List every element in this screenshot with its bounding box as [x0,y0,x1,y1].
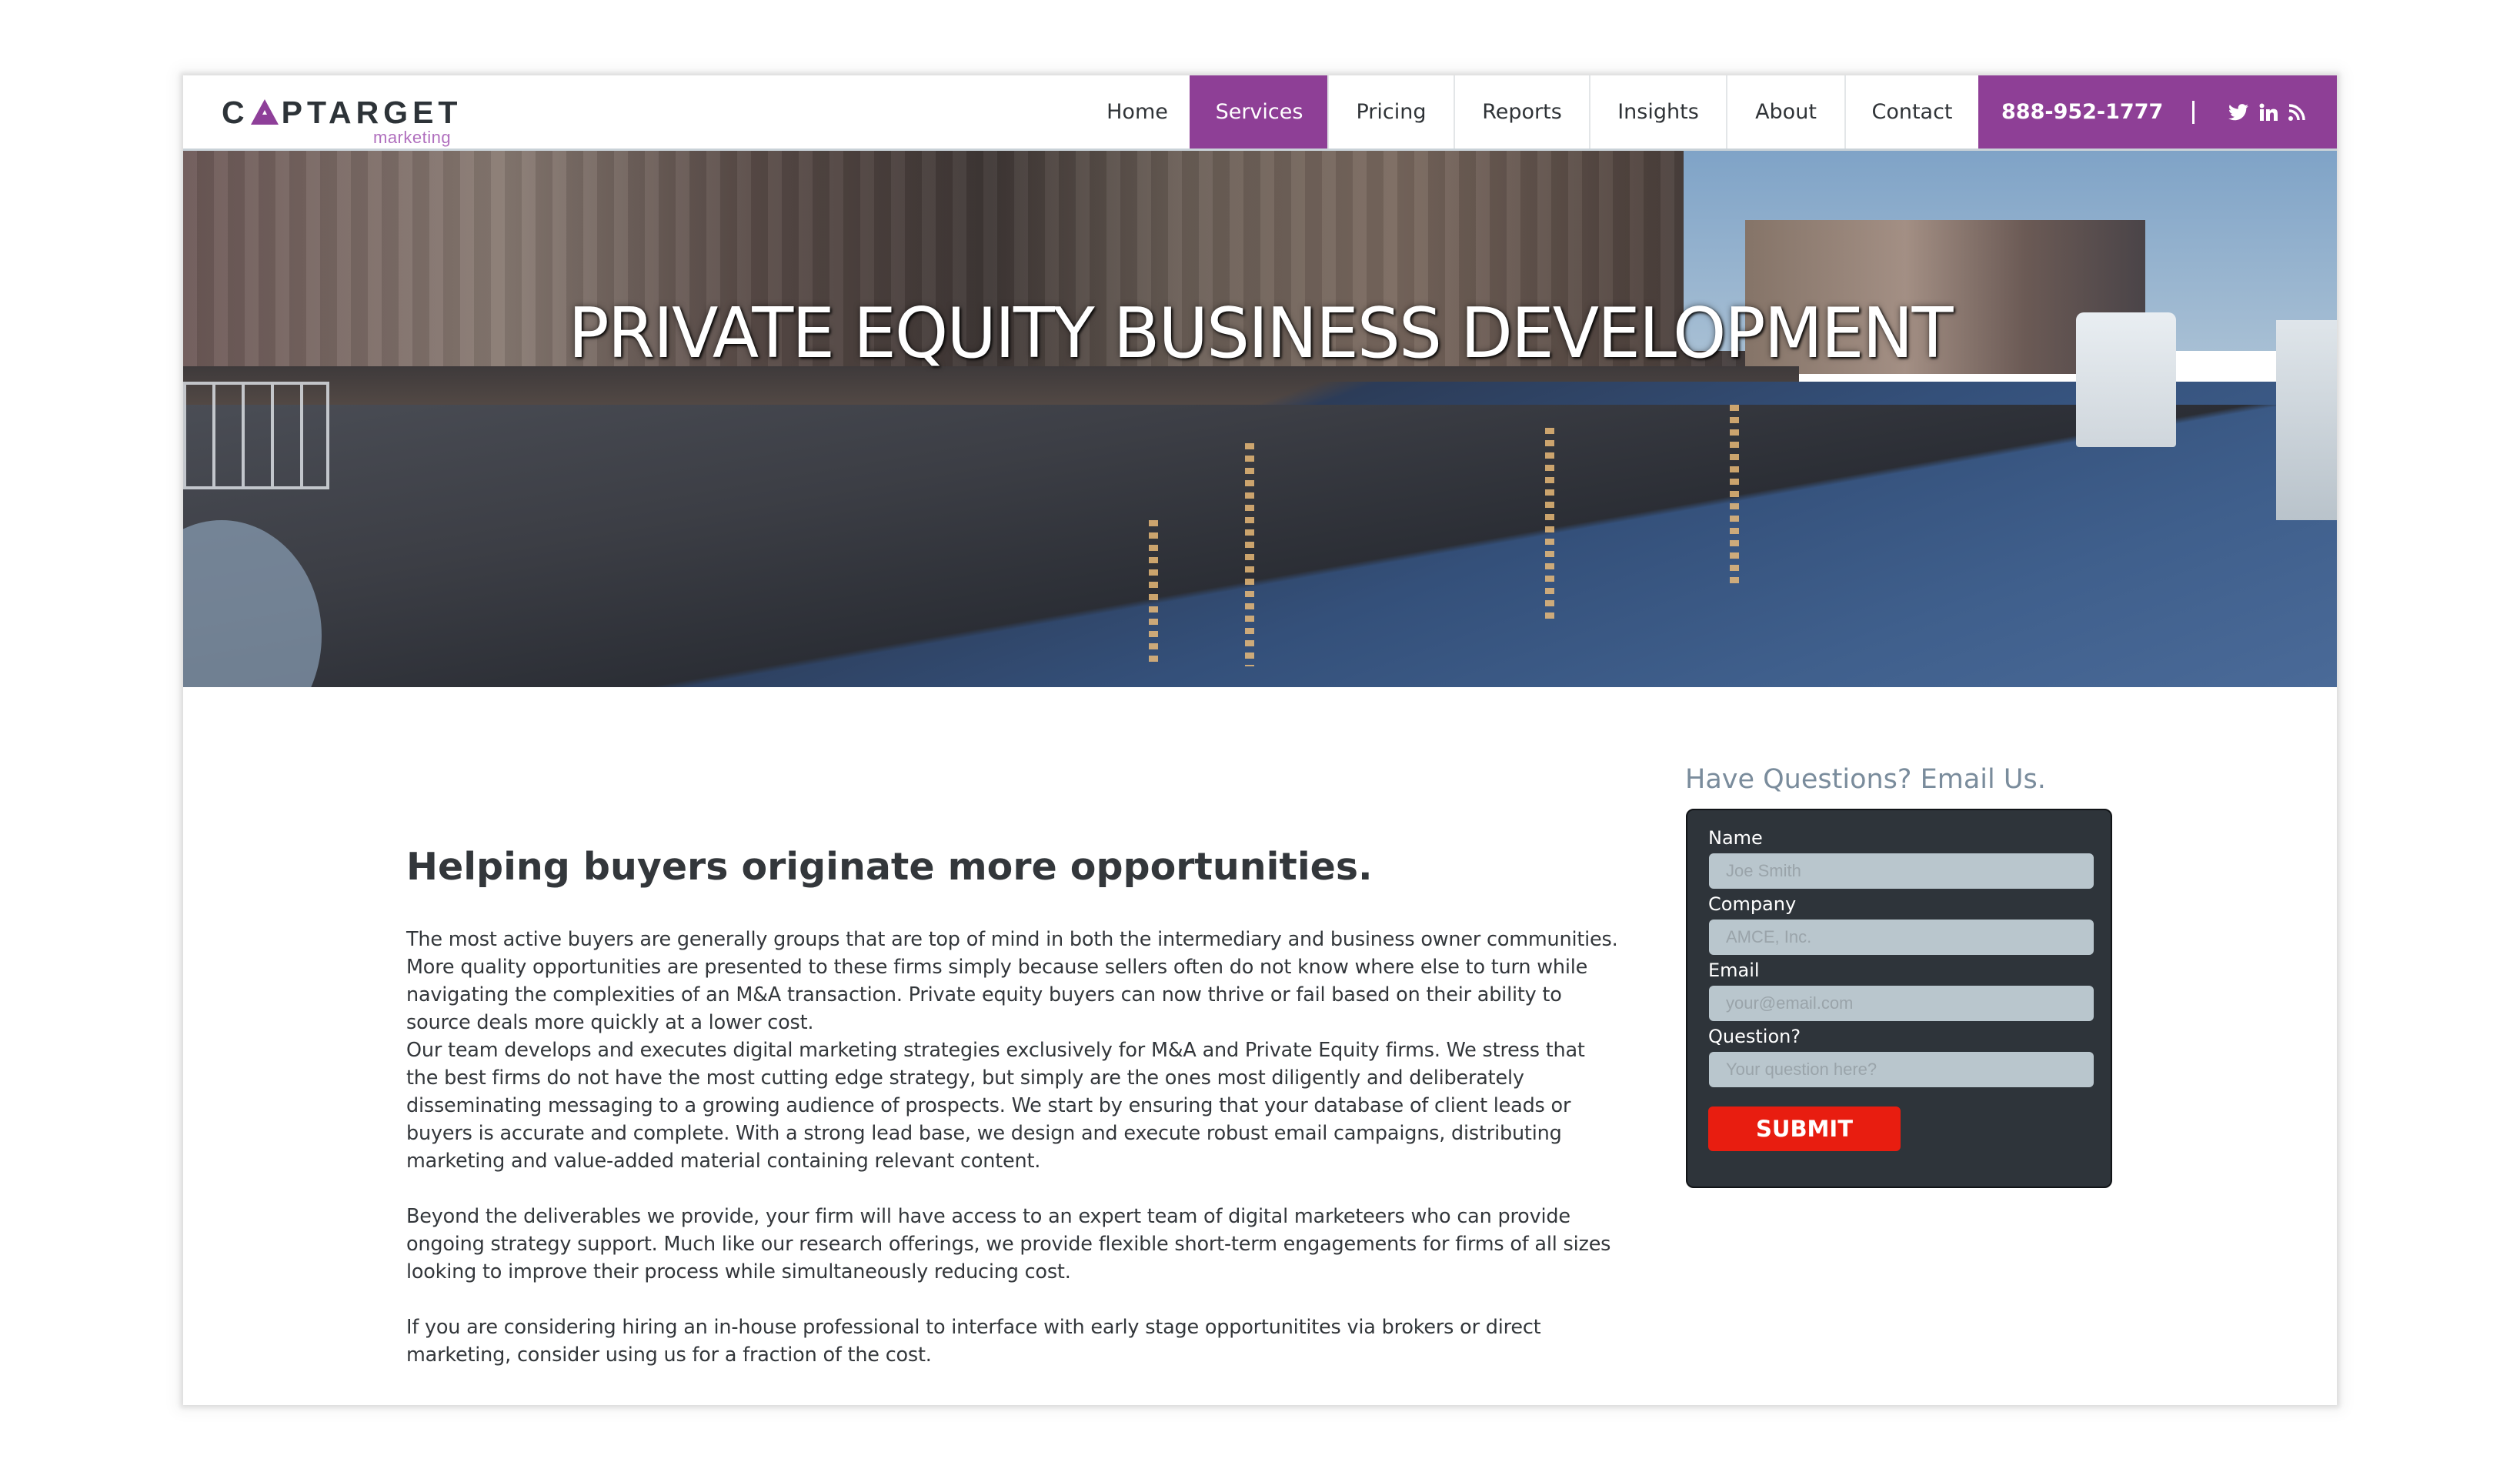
logo-letter-c: C [222,95,249,130]
phone-number[interactable]: 888-952-1777 [2001,100,2163,124]
page-headline: Helping buyers originate more opportunit… [406,845,1373,889]
nav-item-pricing[interactable]: Pricing [1327,75,1454,149]
nav-item-home[interactable]: Home [1085,75,1190,149]
submit-button[interactable]: SUBMIT [1708,1106,1901,1151]
name-input[interactable] [1709,853,2094,889]
hero-light-reflection [1245,443,1254,666]
logo[interactable]: C PTARGET marketing [222,94,476,148]
paragraph: Beyond the deliverables we provide, your… [406,1205,1611,1283]
email-label: Email [1708,960,1760,981]
social-links [2228,103,2306,122]
nav-item-about[interactable]: About [1726,75,1844,149]
nav-item-contact[interactable]: Contact [1844,75,1978,149]
rss-icon[interactable] [2288,103,2306,121]
nav-item-reports[interactable]: Reports [1454,75,1589,149]
paragraph: If you are considering hiring an in-hous… [406,1316,1541,1367]
hero-title: PRIVATE EQUITY BUSINESS DEVELOPMENT [568,293,1954,374]
company-label: Company [1708,893,1797,915]
logo-letters: PTARGET [281,95,462,130]
hero-light-reflection [1730,405,1739,589]
question-label: Question? [1708,1026,1801,1047]
paragraph: Our team develops and executes digital m… [406,1039,1585,1173]
sidebar-title: Have Questions? Email Us. [1685,764,2046,795]
site-header: C PTARGET marketing Home Services Pricing… [183,75,2337,151]
separator [2192,100,2195,124]
twitter-icon[interactable] [2228,103,2249,121]
main-nav: Home Services Pricing Reports Insights A… [1085,75,1978,149]
nav-item-services[interactable]: Services [1190,75,1327,149]
hero-railing [183,382,329,489]
question-input[interactable] [1709,1052,2094,1087]
logo-wordmark: C PTARGET [222,94,462,131]
hero-light-reflection [1149,520,1158,666]
hero-seawall [183,405,2337,687]
contact-form: Name Company Email Question? SUBMIT [1686,809,2112,1188]
company-input[interactable] [1709,920,2094,955]
hero-banner: PRIVATE EQUITY BUSINESS DEVELOPMENT [183,151,2337,687]
hero-light-reflection [1545,428,1554,620]
email-input[interactable] [1709,986,2094,1021]
contact-bar: 888-952-1777 [1978,75,2337,149]
nav-item-insights[interactable]: Insights [1589,75,1726,149]
paragraph: The most active buyers are generally gro… [406,928,1618,1034]
name-label: Name [1708,827,1763,849]
linkedin-icon[interactable] [2259,103,2278,122]
page-frame: C PTARGET marketing Home Services Pricing… [183,75,2337,1405]
logo-tagline: marketing [373,128,452,147]
logo-triangle-icon [250,99,279,125]
